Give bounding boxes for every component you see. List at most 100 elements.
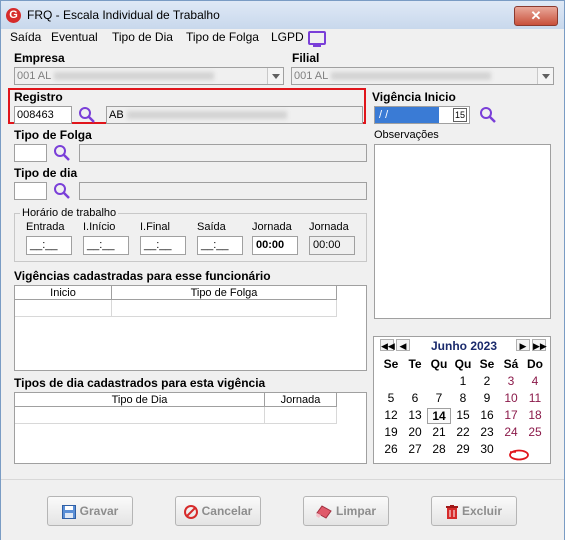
tipo-dia-desc-field <box>79 182 367 200</box>
calendar-day[interactable]: 1 <box>451 374 475 388</box>
calendar-day[interactable]: 17 <box>499 408 523 422</box>
chevron-down-icon[interactable] <box>267 68 283 84</box>
saida-input[interactable]: __:__ <box>197 236 243 255</box>
menu-bar: Saída Eventual Tipo de Dia Tipo de Folga… <box>1 29 564 47</box>
action-bar: Gravar Cancelar Limpar Excluir <box>1 479 564 540</box>
saida-label: Saída <box>197 221 226 233</box>
tipo-folga-code-input[interactable] <box>14 144 47 162</box>
menu-lgpd[interactable]: LGPD <box>271 29 304 47</box>
calendar-icon[interactable]: 15 <box>453 108 467 122</box>
menu-tipo-de-dia[interactable]: Tipo de Dia <box>112 29 173 47</box>
delete-button[interactable]: Excluir <box>431 496 517 526</box>
redacted-text <box>331 72 492 81</box>
weekday-label: Do <box>527 357 543 371</box>
column-header-inicio[interactable]: Inicio <box>15 286 112 300</box>
calendar-day[interactable]: 4 <box>523 374 547 388</box>
intervalo-final-label: I.Final <box>140 221 170 233</box>
weekday-label: Se <box>479 357 495 371</box>
vigencias-grid[interactable]: Inicio Tipo de Folga <box>14 285 367 371</box>
search-icon[interactable] <box>53 182 71 200</box>
observacoes-textarea[interactable] <box>374 144 551 319</box>
calendar[interactable]: ◀◀ ◀ Junho 2023 ▶ ▶▶ Se Te Qu Qu Se Sá D… <box>373 336 551 464</box>
calendar-day[interactable]: 20 <box>403 425 427 439</box>
horario-title: Horário de trabalho <box>20 207 119 219</box>
registro-name: AB <box>109 109 124 121</box>
menu-saida[interactable]: Saída <box>10 29 41 47</box>
prev-year-icon[interactable]: ◀◀ <box>380 339 395 351</box>
vigencias-title: Vigências cadastradas para esse funcioná… <box>14 269 271 283</box>
clear-label: Limpar <box>335 504 376 518</box>
column-header-jornada[interactable]: Jornada <box>265 393 337 407</box>
calendar-day[interactable]: 25 <box>523 425 547 439</box>
table-cell[interactable] <box>15 300 112 317</box>
calendar-day[interactable]: 21 <box>427 425 451 439</box>
calendar-day[interactable]: 8 <box>451 391 475 405</box>
entrada-input[interactable]: __:__ <box>26 236 72 255</box>
calendar-header: ◀◀ ◀ Junho 2023 ▶ ▶▶ <box>374 337 552 355</box>
jornada-value: 00:00 <box>252 236 298 255</box>
next-year-icon[interactable]: ▶▶ <box>532 339 547 351</box>
filial-select[interactable]: 001 AL <box>291 67 554 85</box>
tipo-dia-code-input[interactable] <box>14 182 47 200</box>
registro-code-input[interactable]: 008463 <box>14 106 72 124</box>
search-icon[interactable] <box>78 106 96 124</box>
calendar-day[interactable]: 22 <box>451 425 475 439</box>
menu-tipo-de-folga[interactable]: Tipo de Folga <box>186 29 259 47</box>
calendar-day[interactable]: 29 <box>451 442 475 456</box>
jornada-label-2: Jornada <box>309 221 349 233</box>
intervalo-final-input[interactable]: __:__ <box>140 236 186 255</box>
form-area: Empresa 001 AL Filial 001 AL Registro 00… <box>1 47 564 467</box>
calendar-day[interactable]: 27 <box>403 442 427 456</box>
table-cell[interactable] <box>265 407 337 424</box>
registro-label: Registro <box>14 90 63 104</box>
calendar-day[interactable]: 23 <box>475 425 499 439</box>
next-month-icon[interactable]: ▶ <box>516 339 530 351</box>
calendar-day[interactable]: 11 <box>523 391 547 405</box>
vigencia-inicio-input[interactable]: / / 15 <box>374 106 470 124</box>
search-icon[interactable] <box>53 144 71 162</box>
prev-month-icon[interactable]: ◀ <box>396 339 410 351</box>
calendar-day[interactable]: 16 <box>475 408 499 422</box>
eraser-icon <box>315 505 332 519</box>
table-cell[interactable] <box>15 407 265 424</box>
calendar-day[interactable]: 26 <box>379 442 403 456</box>
intervalo-inicio-label: I.Início <box>83 221 116 233</box>
intervalo-inicio-input[interactable]: __:__ <box>83 236 129 255</box>
tipos-dia-grid[interactable]: Tipo de Dia Jornada <box>14 392 367 464</box>
column-header-tipo-folga[interactable]: Tipo de Folga <box>112 286 337 300</box>
save-button[interactable]: Gravar <box>47 496 133 526</box>
clear-button[interactable]: Limpar <box>303 496 389 526</box>
calendar-day[interactable]: 2 <box>475 374 499 388</box>
calendar-day[interactable]: 18 <box>523 408 547 422</box>
calendar-day[interactable]: 28 <box>427 442 451 456</box>
calendar-day[interactable]: 6 <box>403 391 427 405</box>
menu-eventual[interactable]: Eventual <box>51 29 98 47</box>
redacted-text <box>54 72 215 81</box>
calendar-day[interactable]: 13 <box>403 408 427 422</box>
cancel-button[interactable]: Cancelar <box>175 496 261 526</box>
table-cell[interactable] <box>112 300 337 317</box>
tipo-folga-desc-field <box>79 144 367 162</box>
calendar-day[interactable]: 24 <box>499 425 523 439</box>
calendar-day[interactable]: 10 <box>499 391 523 405</box>
chevron-down-icon[interactable] <box>537 68 553 84</box>
close-button[interactable]: ✕ <box>514 6 558 26</box>
search-icon[interactable] <box>479 106 497 124</box>
calendar-day[interactable]: 12 <box>379 408 403 422</box>
trash-icon <box>445 504 458 519</box>
monitor-icon[interactable] <box>308 31 326 47</box>
empresa-label: Empresa <box>14 51 65 65</box>
calendar-day[interactable]: 30 <box>475 442 499 456</box>
calendar-day[interactable]: 14 <box>427 408 451 424</box>
filial-label: Filial <box>292 51 320 65</box>
calendar-day[interactable]: 19 <box>379 425 403 439</box>
empresa-select[interactable]: 001 AL <box>14 67 284 85</box>
jornada-value-2: 00:00 <box>309 236 355 255</box>
calendar-day[interactable]: 7 <box>427 391 451 405</box>
today-circle-icon[interactable] <box>508 449 530 461</box>
calendar-day[interactable]: 5 <box>379 391 403 405</box>
column-header-tipo-dia[interactable]: Tipo de Dia <box>15 393 265 407</box>
calendar-day[interactable]: 3 <box>499 374 523 388</box>
calendar-day[interactable]: 15 <box>451 408 475 422</box>
calendar-day[interactable]: 9 <box>475 391 499 405</box>
